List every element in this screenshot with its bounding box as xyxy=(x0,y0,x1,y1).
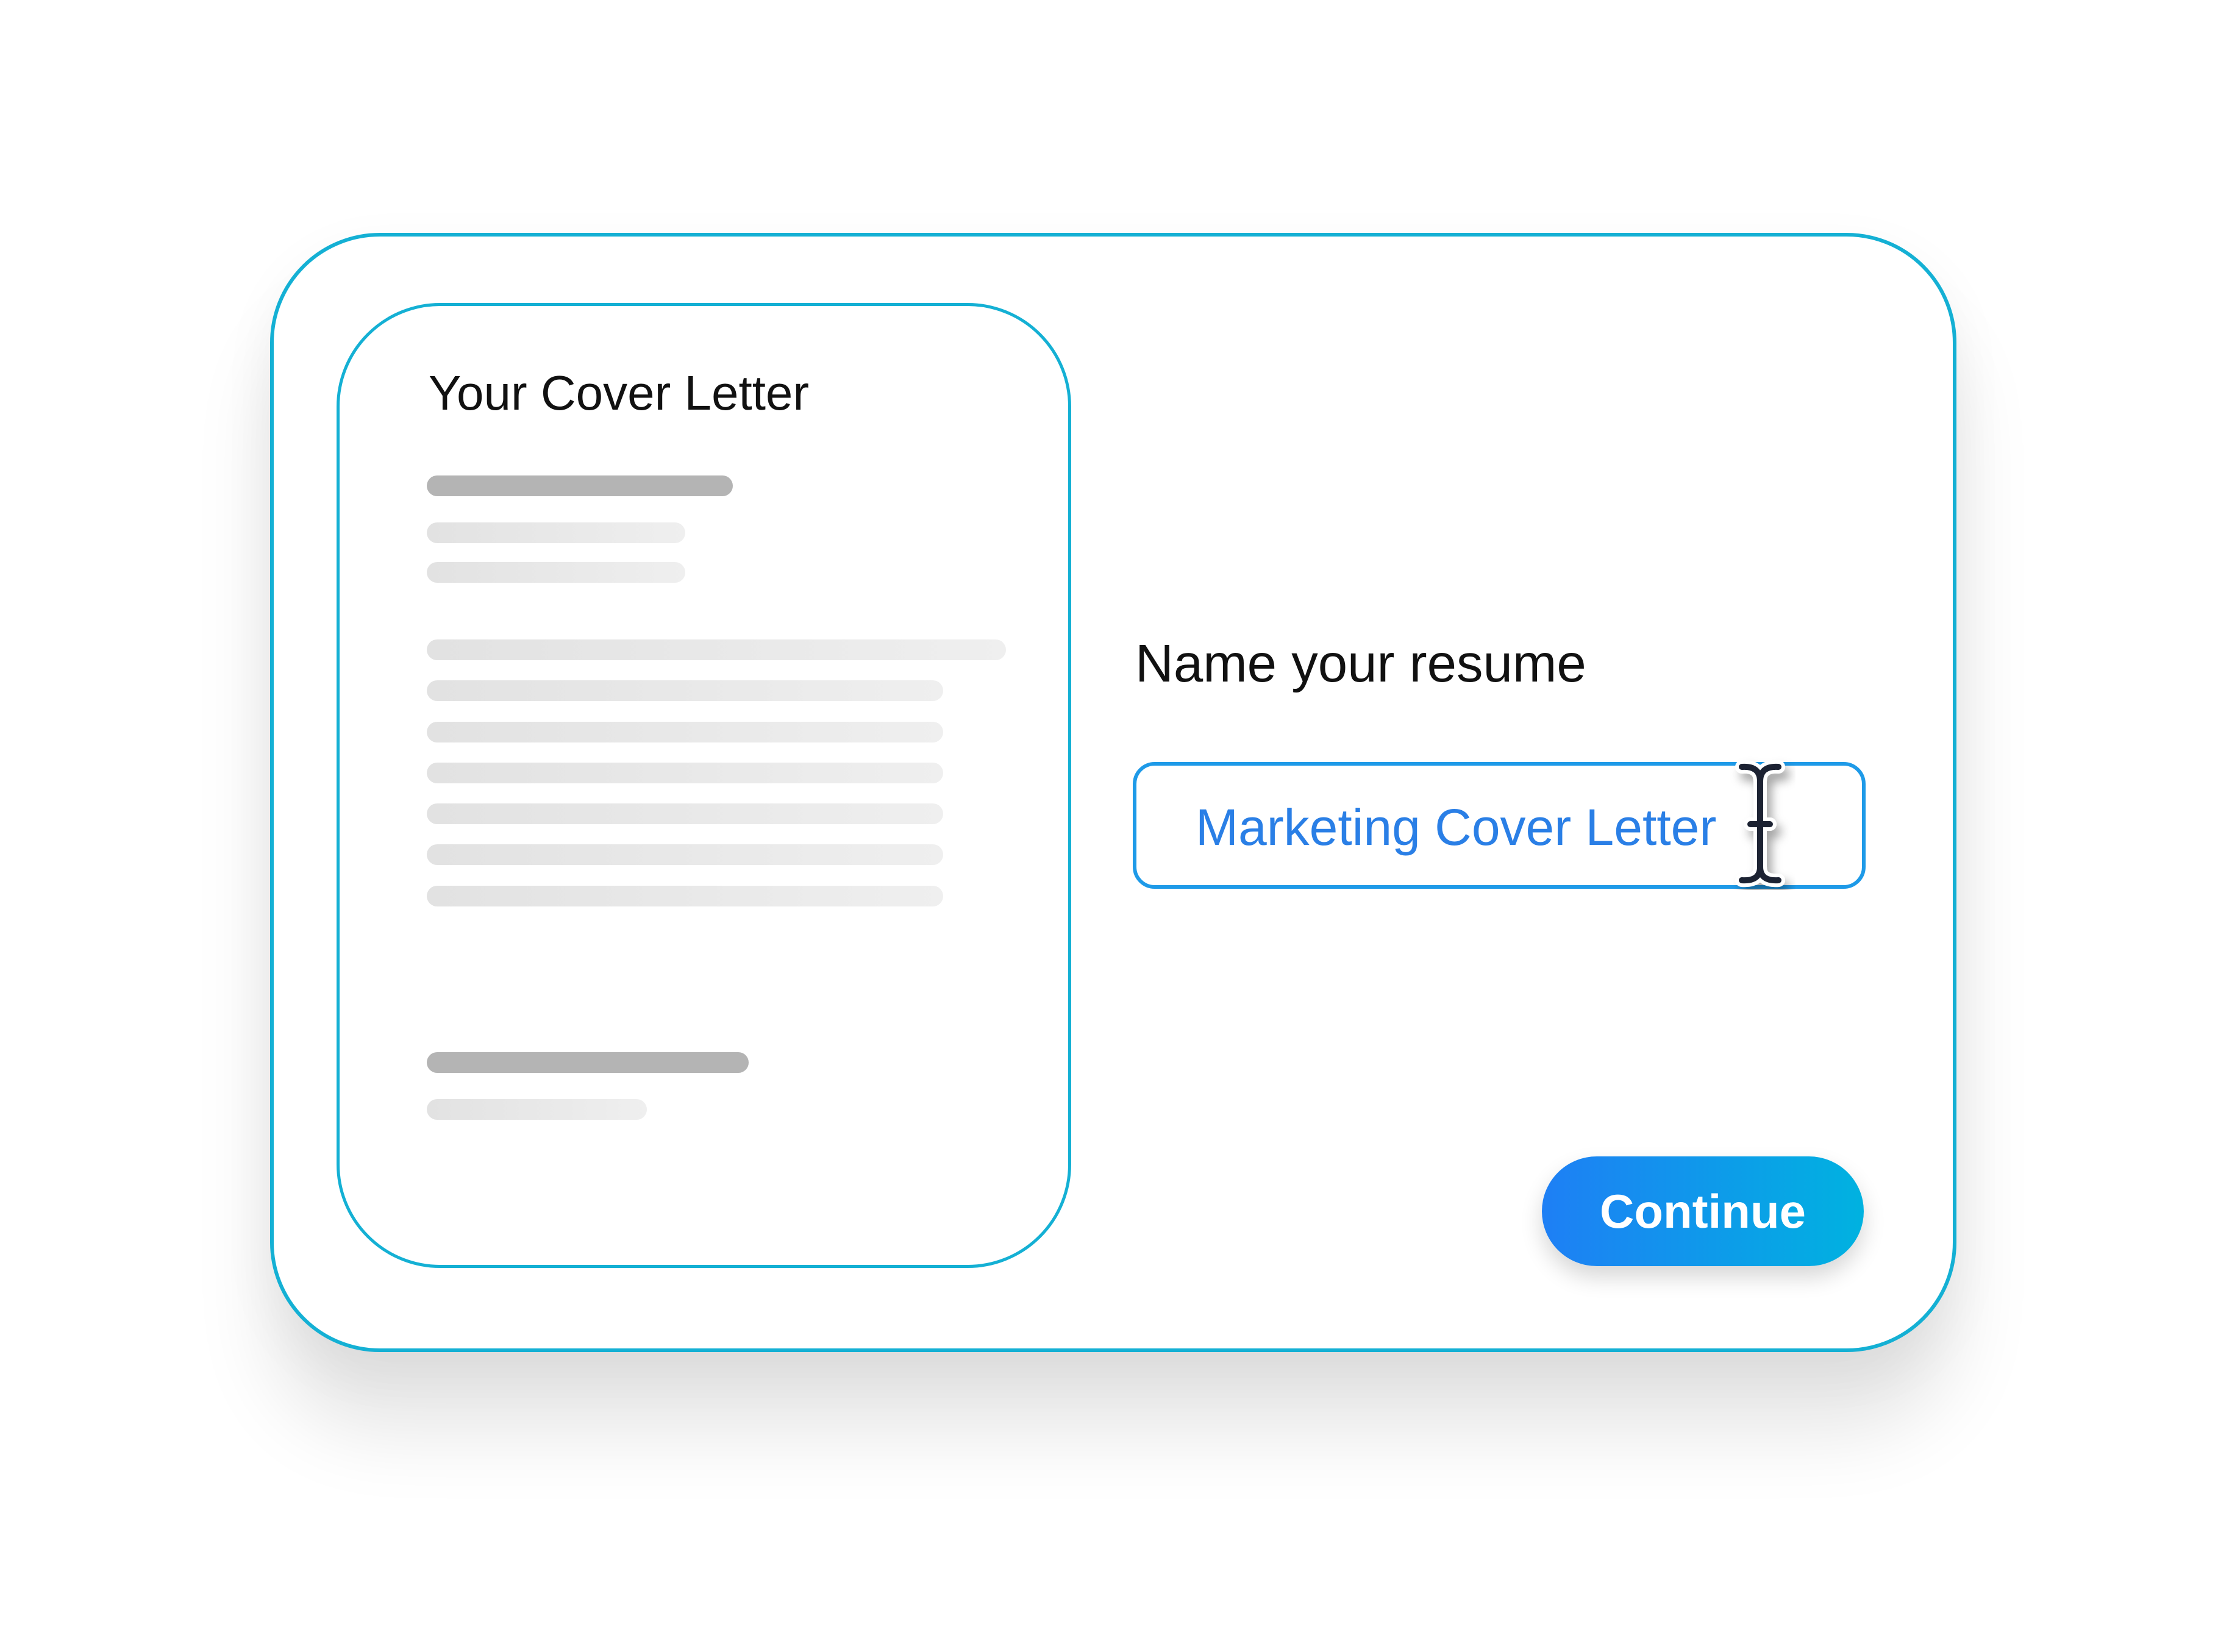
preview-line xyxy=(427,803,943,824)
resume-name-value: Marketing Cover Letter xyxy=(1196,799,1717,856)
preview-line xyxy=(427,639,1006,660)
preview-line xyxy=(427,680,943,701)
preview-line xyxy=(427,475,733,496)
preview-line xyxy=(427,886,943,906)
continue-button[interactable]: Continue xyxy=(1542,1156,1864,1266)
preview-line xyxy=(427,562,685,583)
preview-line xyxy=(427,1052,749,1073)
cover-letter-preview xyxy=(337,303,1071,1268)
stage: Your Cover Letter Name your resume Marke… xyxy=(0,0,2218,1652)
preview-line xyxy=(427,522,685,543)
name-resume-label: Name your resume xyxy=(1135,634,1586,693)
preview-title: Your Cover Letter xyxy=(429,366,810,420)
preview-line xyxy=(427,722,943,742)
preview-line xyxy=(427,844,943,865)
preview-line xyxy=(427,763,943,783)
text-cursor-icon xyxy=(1728,756,1795,890)
preview-line xyxy=(427,1099,647,1120)
